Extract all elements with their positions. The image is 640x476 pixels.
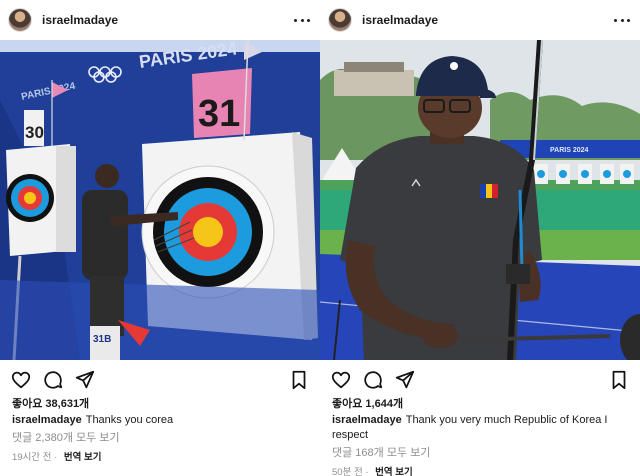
post-meta: 좋아요 38,631개 israelmadaye Thanks you corea… [12,397,308,465]
view-comments-link[interactable]: 댓글 168개 모두 보기 [332,446,628,461]
post-time: 19시간 전 [12,452,52,463]
target-number-31: 31 [198,93,240,135]
post-header: israelmadaye [328,6,632,34]
bookmark-icon[interactable] [288,369,310,391]
heart-icon[interactable] [330,369,352,391]
time-row: 19시간 전 · 번역 보기 [12,450,308,465]
like-count[interactable]: 좋아요 1,644개 [332,397,628,412]
post-meta: 좋아요 1,644개 israelmadaye Thank you very mu… [332,397,628,476]
caption: israelmadaye Thanks you corea [12,413,308,428]
like-count[interactable]: 좋아요 38,631개 [12,397,308,412]
heart-icon[interactable] [10,369,32,391]
post-right: israelmadaye PARIS 2024 좋아요 1,644개 israe… [320,0,640,476]
share-icon[interactable] [74,369,96,391]
more-icon[interactable] [292,12,312,28]
time-row: 50분 전 · 번역 보기 [332,465,628,476]
time-separator: · [54,452,58,463]
post-photo[interactable]: PARIS 2024 PARIS 2024 30 31 31B [0,40,320,360]
comment-icon[interactable] [42,369,64,391]
time-separator: · [365,467,369,476]
caption-username[interactable]: israelmadaye [12,414,82,426]
comment-icon[interactable] [362,369,384,391]
caption-text: Thanks you corea [85,414,174,426]
username[interactable]: israelmadaye [362,13,438,27]
bib-number: 31B [93,334,111,345]
post-left: israelmadaye PARIS 2024 PARIS 2024 30 31… [0,0,320,476]
avatar[interactable] [8,8,32,32]
post-photo[interactable]: PARIS 2024 [320,40,640,360]
avatar[interactable] [328,8,352,32]
post-actions [10,368,310,392]
caption: israelmadaye Thank you very much Republic… [332,413,628,443]
target-number-30: 30 [25,123,44,142]
post-time: 50분 전 [332,467,363,476]
post-header: israelmadaye [8,6,312,34]
share-icon[interactable] [394,369,416,391]
translate-link[interactable]: 번역 보기 [375,467,413,476]
username[interactable]: israelmadaye [42,13,118,27]
more-icon[interactable] [612,12,632,28]
post-actions [330,368,630,392]
caption-username[interactable]: israelmadaye [332,414,402,426]
view-comments-link[interactable]: 댓글 2,380개 모두 보기 [12,431,308,446]
photo-banner-text: PARIS 2024 [550,147,588,154]
translate-link[interactable]: 번역 보기 [64,452,102,463]
bookmark-icon[interactable] [608,369,630,391]
